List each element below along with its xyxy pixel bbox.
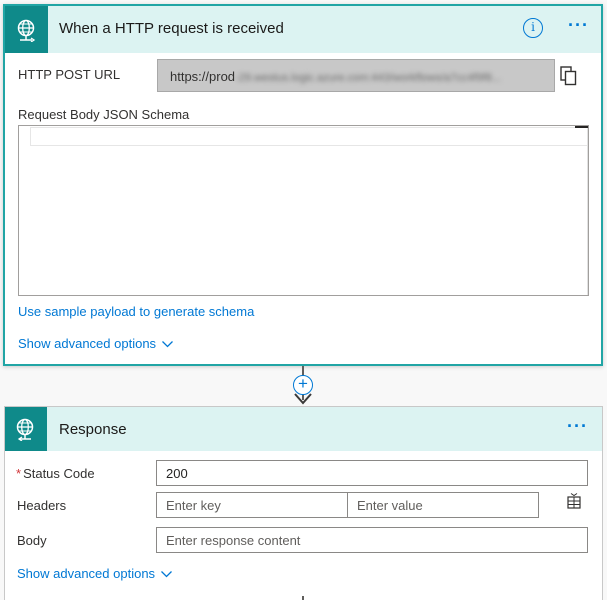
sample-payload-link[interactable]: Use sample payload to generate schema xyxy=(18,304,254,319)
post-url-label: HTTP POST URL xyxy=(18,67,121,82)
required-marker: * xyxy=(16,466,22,481)
trigger-advanced-label: Show advanced options xyxy=(18,336,157,351)
trigger-title: When a HTTP request is received xyxy=(59,20,284,37)
trigger-advanced-options[interactable]: Show advanced options xyxy=(18,336,174,351)
body-input[interactable]: Enter response content xyxy=(156,527,588,553)
response-advanced-label: Show advanced options xyxy=(17,566,156,581)
schema-label: Request Body JSON Schema xyxy=(18,107,190,122)
status-code-label: * Status Code xyxy=(16,466,95,481)
post-url-blurred: -29.westus.logic.azure.com:443/workflows… xyxy=(235,72,502,84)
schema-first-line xyxy=(30,127,588,146)
globe-request-icon xyxy=(5,6,48,53)
info-icon[interactable]: i xyxy=(523,18,543,38)
trigger-card-header[interactable]: When a HTTP request is received i ··· xyxy=(5,6,601,53)
copy-icon[interactable] xyxy=(560,66,578,86)
header-key-input[interactable]: Enter key xyxy=(156,492,348,518)
arrow-down-icon xyxy=(294,393,312,405)
response-more-icon[interactable]: ··· xyxy=(567,417,588,435)
response-card-header[interactable]: Response ··· xyxy=(5,407,602,451)
body-label: Body xyxy=(17,533,47,548)
table-switch-icon[interactable] xyxy=(566,493,582,509)
schema-scrollbar[interactable] xyxy=(587,128,588,295)
response-advanced-options[interactable]: Show advanced options xyxy=(17,566,173,581)
trigger-card[interactable]: When a HTTP request is received i ··· HT… xyxy=(3,4,603,366)
status-code-label-text: Status Code xyxy=(23,466,95,481)
status-code-input[interactable]: 200 xyxy=(156,460,588,486)
connector-line-next xyxy=(302,596,304,600)
headers-label: Headers xyxy=(17,498,67,513)
response-title: Response xyxy=(59,421,127,438)
globe-response-icon xyxy=(5,407,47,451)
chevron-down-icon xyxy=(161,571,173,578)
header-value-input[interactable]: Enter value xyxy=(347,492,539,518)
post-url-field[interactable]: https://prod-29.westus.logic.azure.com:4… xyxy=(157,59,555,92)
plus-circle-icon[interactable]: + xyxy=(293,375,313,395)
trigger-more-icon[interactable]: ··· xyxy=(568,16,589,34)
chevron-down-icon xyxy=(162,341,174,348)
schema-editor[interactable] xyxy=(18,125,589,296)
post-url-prefix: https://prod xyxy=(170,69,236,84)
response-card[interactable]: Response ··· * Status Code 200 Headers En… xyxy=(4,406,603,600)
